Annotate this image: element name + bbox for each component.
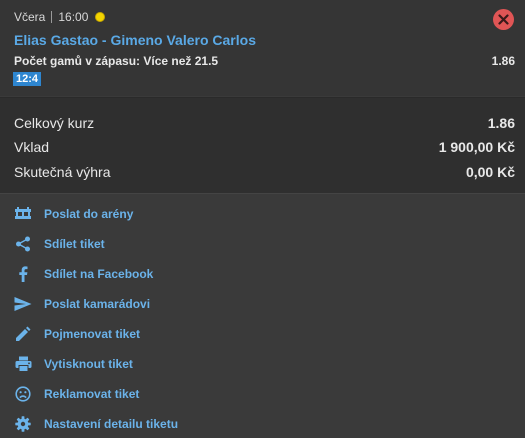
action-label: Poslat do arény — [44, 207, 134, 221]
bet-odd: 1.86 — [491, 54, 515, 68]
summary-row-total-odds: Celkový kurz 1.86 — [14, 112, 515, 134]
close-button[interactable] — [493, 9, 514, 30]
summary-row-stake: Vklad 1 900,00 Kč — [14, 136, 515, 158]
summary-value: 0,00 Kč — [465, 164, 515, 180]
match-name-link[interactable]: Elias Gastao - Gimeno Valero Carlos — [14, 32, 256, 48]
share-icon — [14, 235, 32, 253]
bet-day: Včera — [14, 10, 46, 24]
facebook-icon — [14, 265, 32, 283]
action-label: Sdílet na Facebook — [44, 267, 154, 281]
summary-value: 1 900,00 Kč — [438, 139, 515, 155]
sad-face-icon — [14, 385, 32, 403]
separator — [51, 11, 53, 23]
send-icon — [14, 295, 32, 313]
gear-icon — [14, 415, 32, 433]
action-label: Pojmenovat tiket — [44, 327, 141, 341]
arena-icon — [14, 205, 32, 223]
summary-label: Skutečná výhra — [14, 164, 111, 180]
send-to-arena-button[interactable]: Poslat do arény — [0, 200, 525, 228]
bet-time: 16:00 — [58, 10, 89, 24]
share-ticket-button[interactable]: Sdílet tiket — [0, 230, 525, 258]
bet-card: Včera 16:00 Elias Gastao - Gimeno Valero… — [0, 0, 525, 96]
bet-meta: Včera 16:00 — [14, 10, 106, 24]
print-ticket-button[interactable]: Vytisknout tiket — [0, 350, 525, 378]
summary-label: Vklad — [14, 139, 50, 155]
close-icon — [498, 14, 509, 25]
ticket-summary: Celkový kurz 1.86 Vklad 1 900,00 Kč Skut… — [0, 97, 525, 194]
coin-icon — [95, 12, 106, 22]
claim-ticket-button[interactable]: Reklamovat tiket — [0, 380, 525, 408]
ticket-detail-settings-button[interactable]: Nastavení detailu tiketu — [0, 410, 525, 438]
action-label: Reklamovat tiket — [44, 387, 140, 401]
share-facebook-button[interactable]: Sdílet na Facebook — [0, 260, 525, 288]
summary-row-actual-win: Skutečná výhra 0,00 Kč — [14, 161, 515, 183]
action-label: Nastavení detailu tiketu — [44, 417, 179, 431]
pencil-icon — [14, 325, 32, 343]
action-label: Vytisknout tiket — [44, 357, 133, 371]
action-label: Poslat kamarádovi — [44, 297, 151, 311]
send-to-friend-button[interactable]: Poslat kamarádovi — [0, 290, 525, 318]
action-label: Sdílet tiket — [44, 237, 105, 251]
score-badge: 12:4 — [13, 72, 42, 86]
summary-label: Celkový kurz — [14, 115, 95, 131]
printer-icon — [14, 355, 32, 373]
summary-value: 1.86 — [487, 115, 515, 131]
rename-ticket-button[interactable]: Pojmenovat tiket — [0, 320, 525, 348]
market-description: Počet gamů v zápasu: Více než 21.5 — [14, 54, 219, 68]
